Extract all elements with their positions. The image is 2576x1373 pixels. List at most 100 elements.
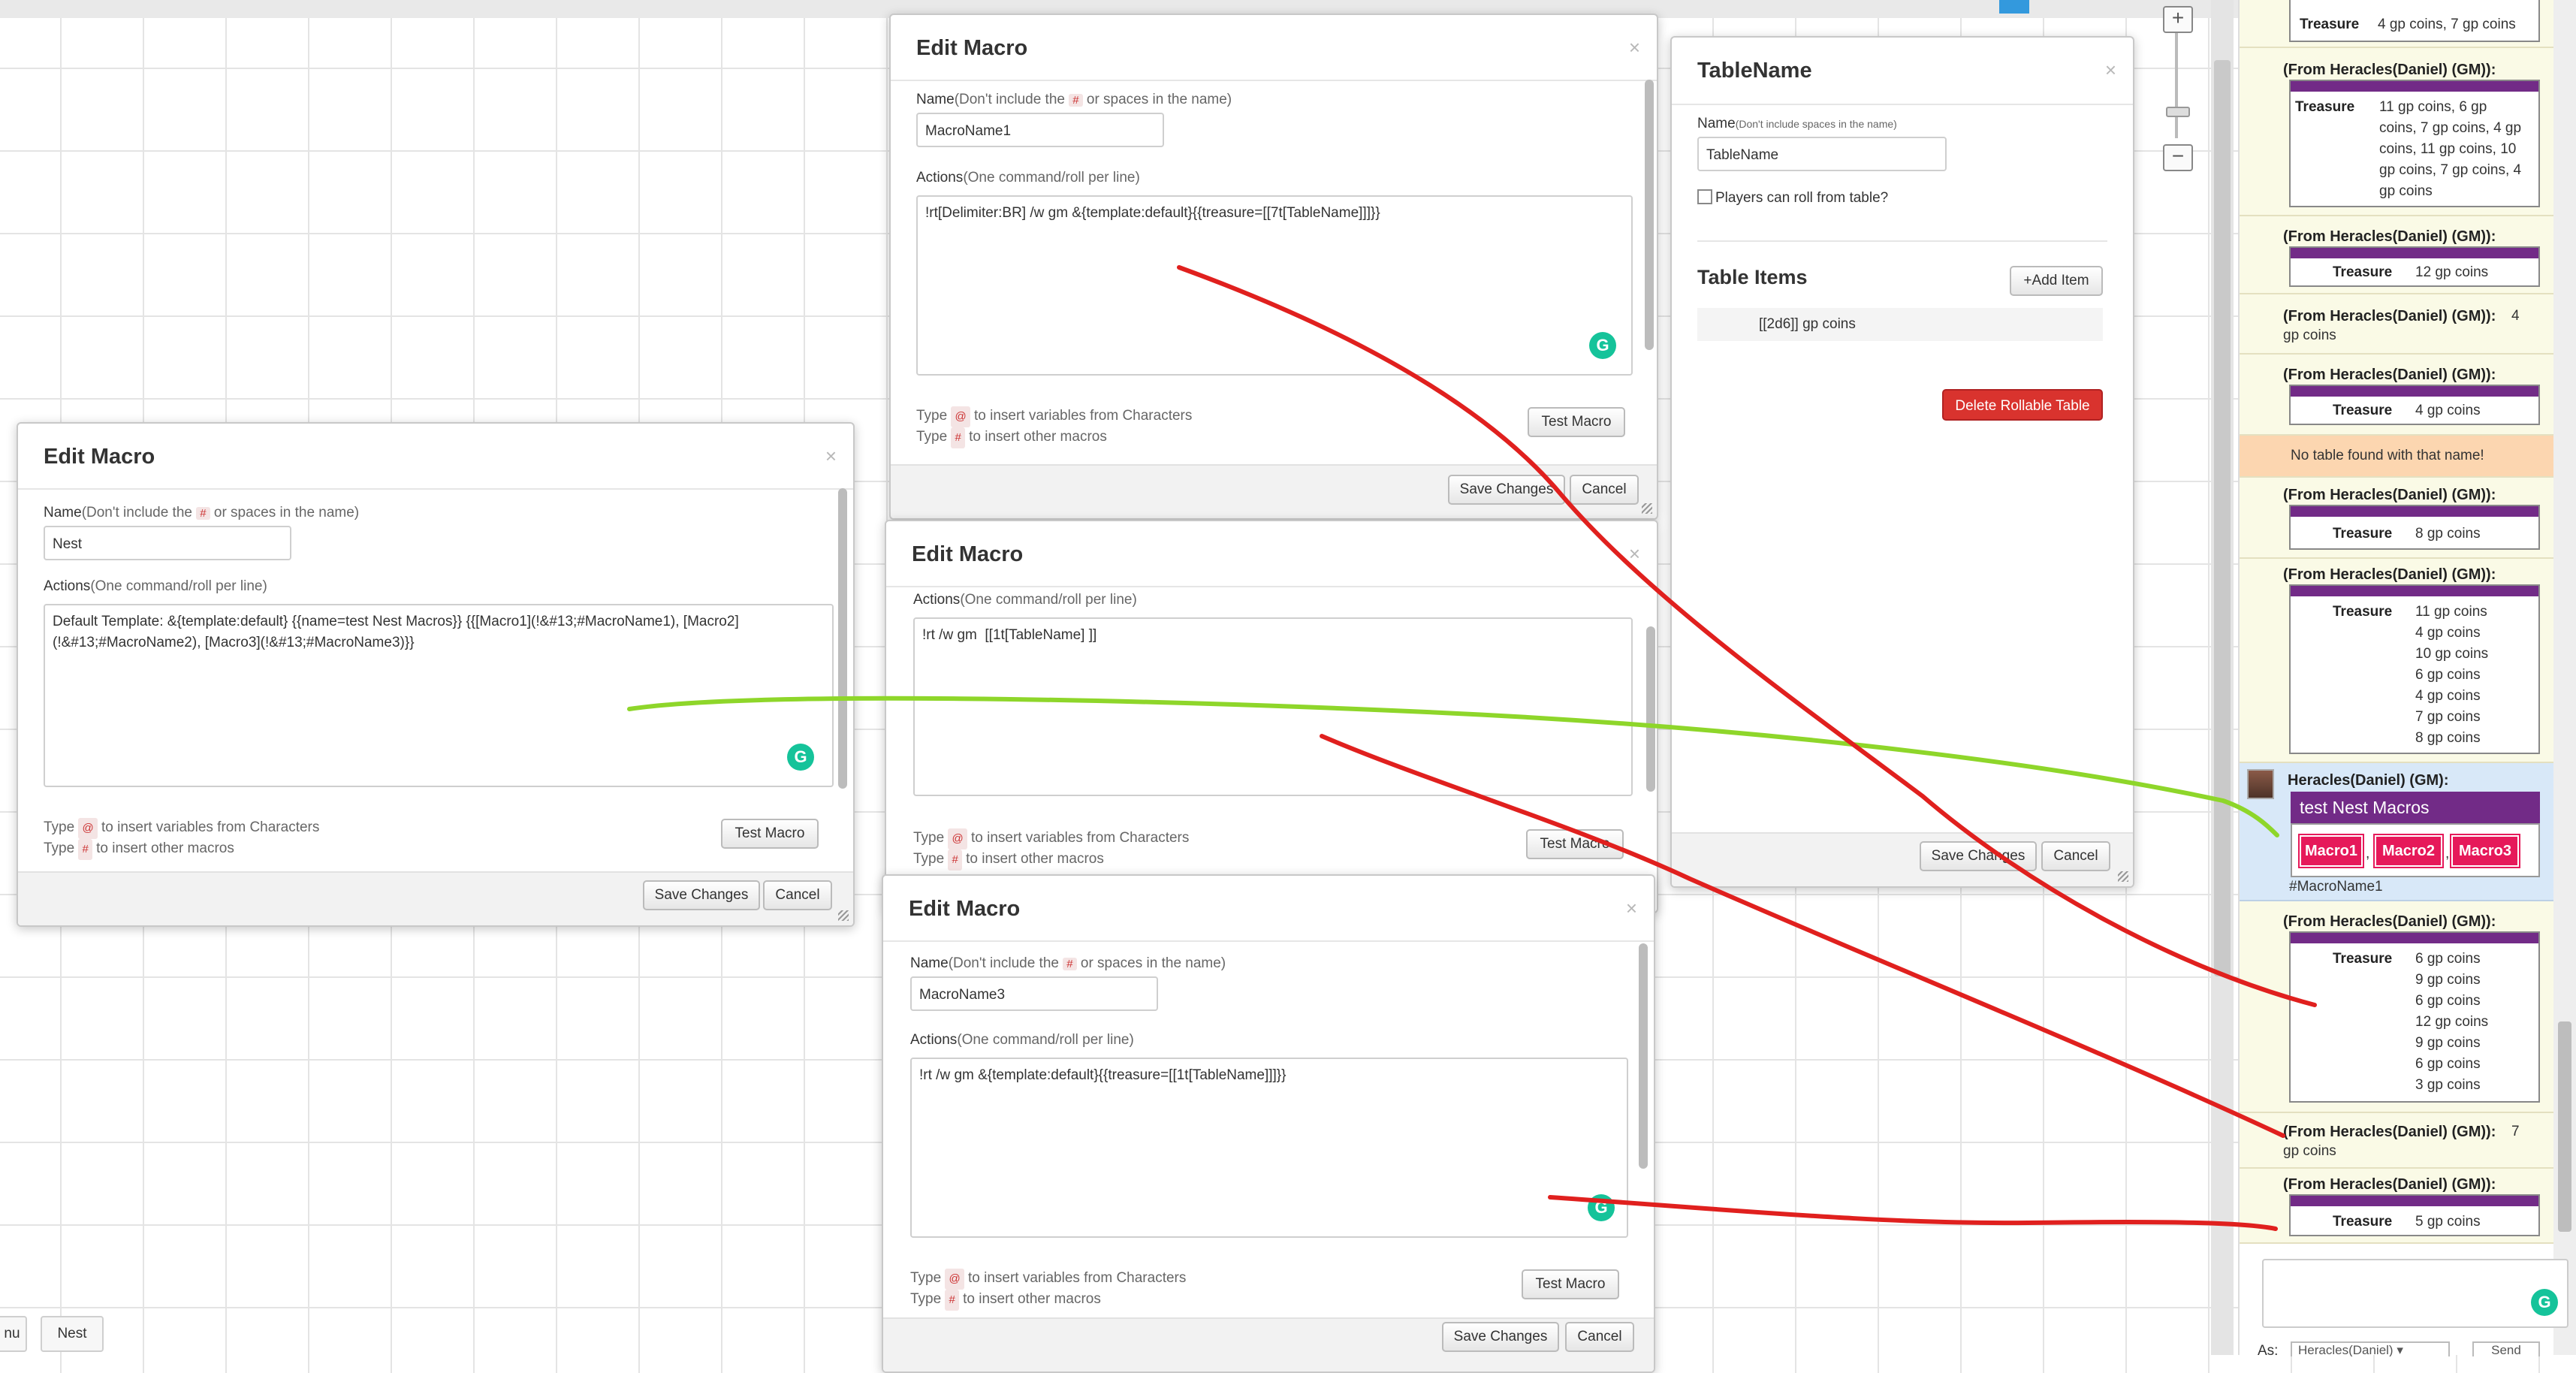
edit-macro-dialog-macroname3: Edit Macro × Name(Don't include the # or… bbox=[882, 874, 1655, 1373]
grammarly-icon[interactable]: G bbox=[787, 744, 814, 771]
resize-handle[interactable] bbox=[838, 910, 849, 921]
page-scrollbar[interactable] bbox=[2211, 0, 2234, 1355]
divider bbox=[886, 586, 1657, 587]
dialog-scrollbar[interactable] bbox=[1645, 80, 1654, 350]
cancel-button[interactable]: Cancel bbox=[2041, 841, 2110, 871]
page-scrollbar-thumb[interactable] bbox=[2214, 60, 2231, 976]
close-icon[interactable]: × bbox=[2105, 59, 2116, 82]
table-item-row[interactable]: [[2d6]] gp coins bbox=[1697, 308, 2103, 341]
save-changes-button[interactable]: Save Changes bbox=[1920, 841, 2037, 871]
resize-handle[interactable] bbox=[2118, 871, 2128, 882]
treasure-line: 6 gp coins bbox=[2415, 951, 2481, 967]
toolbar-active-tab[interactable] bbox=[1999, 0, 2029, 14]
cancel-button[interactable]: Cancel bbox=[1570, 475, 1639, 505]
zoom-slider-track[interactable] bbox=[2175, 33, 2178, 138]
name-label: Name(Don't include the # or spaces in th… bbox=[44, 505, 360, 521]
chat-scrollbar-thumb[interactable] bbox=[2558, 1021, 2571, 1232]
test-macro-button[interactable]: Test Macro bbox=[1522, 1269, 1619, 1299]
template-card: Treasure 11 gp coins, 6 gp coins, 7 gp c… bbox=[2289, 80, 2540, 207]
comma: , bbox=[2366, 846, 2370, 862]
name-label: Name(Don't include the # or spaces in th… bbox=[910, 955, 1226, 971]
zoom-in-button[interactable]: + bbox=[2163, 6, 2193, 33]
grammarly-icon[interactable]: G bbox=[1589, 332, 1616, 359]
close-icon[interactable]: × bbox=[1626, 897, 1637, 920]
send-button[interactable]: Send bbox=[2472, 1341, 2540, 1356]
as-select[interactable]: Heracles(Daniel) ▾ bbox=[2291, 1341, 2450, 1356]
actions-label: Actions(One command/roll per line) bbox=[44, 578, 267, 594]
treasure-line: 6 gp coins bbox=[2415, 667, 2481, 683]
template-card: Treasure 4 gp coins bbox=[2289, 385, 2540, 425]
chat-message: (From Heracles(Daniel) (GM)): Treasure 1… bbox=[2240, 559, 2555, 763]
save-changes-button[interactable]: Save Changes bbox=[1448, 475, 1565, 505]
card-header-bar bbox=[2291, 81, 2538, 92]
zoom-out-button[interactable]: − bbox=[2163, 144, 2193, 171]
save-changes-button[interactable]: Save Changes bbox=[643, 880, 760, 910]
treasure-line: 9 gp coins bbox=[2415, 972, 2481, 988]
macro-name-input[interactable]: MacroName1 bbox=[916, 113, 1164, 147]
zoom-slider-handle[interactable] bbox=[2166, 107, 2190, 117]
macro3-button[interactable]: Macro3 bbox=[2450, 834, 2520, 868]
dialog-title: Edit Macro bbox=[912, 542, 1024, 566]
macro2-button[interactable]: Macro2 bbox=[2373, 834, 2444, 868]
chat-input[interactable]: G bbox=[2262, 1259, 2568, 1328]
treasure-value: 4 gp coins, 7 gp coins bbox=[2378, 17, 2516, 32]
macro-actions-textarea[interactable]: !rt /w gm [[1t[TableName] ]] bbox=[913, 617, 1633, 796]
macro-actions-textarea[interactable]: !rt[Delimiter:BR] /w gm &{template:defau… bbox=[916, 195, 1633, 376]
sender-name: (From Heracles(Daniel) (GM)): bbox=[2283, 367, 2496, 383]
type-at-hint: Type @ to insert variables from Characte… bbox=[44, 817, 319, 839]
treasure-line: 10 gp coins bbox=[2415, 646, 2489, 662]
resize-handle[interactable] bbox=[1642, 503, 1652, 514]
grammarly-icon[interactable]: G bbox=[2531, 1289, 2558, 1316]
treasure-value: 4 gp coins bbox=[2415, 403, 2481, 418]
treasure-value: 12 gp coins bbox=[2415, 264, 2489, 280]
sender-name: Heracles(Daniel) (GM): bbox=[2288, 772, 2449, 789]
macro-name-input[interactable]: Nest bbox=[44, 526, 291, 560]
template-card: Treasure 8 gp coins bbox=[2289, 505, 2540, 550]
players-roll-checkbox-row[interactable]: Players can roll from table? bbox=[1697, 189, 1888, 207]
sender-name: (From Heracles(Daniel) (GM)): bbox=[2283, 913, 2496, 930]
table-name-input[interactable]: TableName bbox=[1697, 137, 1947, 171]
macro-bar-item-nest[interactable]: Nest bbox=[41, 1316, 104, 1352]
type-hash-hint: Type # to insert other macros bbox=[913, 849, 1104, 871]
divider bbox=[1672, 104, 2133, 105]
sender-name: (From Heracles(Daniel) (GM)): bbox=[2283, 487, 2496, 503]
sender-name: (From Heracles(Daniel) (GM)): bbox=[2283, 308, 2496, 324]
dialog-scrollbar[interactable] bbox=[1646, 626, 1655, 792]
avatar bbox=[2247, 769, 2274, 799]
treasure-label: Treasure bbox=[2300, 17, 2360, 32]
macro-actions-textarea[interactable]: !rt /w gm &{template:default}{{treasure=… bbox=[910, 1058, 1628, 1238]
chat-message: Treasure 4 gp coins, 7 gp coins bbox=[2240, 0, 2555, 48]
dialog-scrollbar[interactable] bbox=[838, 488, 847, 789]
dialog-scrollbar[interactable] bbox=[1639, 943, 1648, 1169]
treasure-line: gp coins bbox=[2379, 183, 2433, 199]
close-icon[interactable]: × bbox=[825, 445, 837, 468]
delete-rollable-table-button[interactable]: Delete Rollable Table bbox=[1942, 389, 2103, 421]
treasure-line: 8 gp coins bbox=[2415, 730, 2481, 746]
macro1-button[interactable]: Macro1 bbox=[2298, 834, 2364, 868]
treasure-label: Treasure bbox=[2333, 526, 2393, 542]
test-macro-button[interactable]: Test Macro bbox=[1526, 829, 1624, 859]
type-at-hint: Type @ to insert variables from Characte… bbox=[910, 1268, 1186, 1290]
save-changes-button[interactable]: Save Changes bbox=[1442, 1322, 1559, 1352]
test-macro-button[interactable]: Test Macro bbox=[1528, 407, 1625, 437]
macro-name-input[interactable]: MacroName3 bbox=[910, 976, 1158, 1011]
checkbox[interactable] bbox=[1697, 189, 1712, 204]
cancel-button[interactable]: Cancel bbox=[763, 880, 832, 910]
treasure-line: 4 gp coins bbox=[2415, 688, 2481, 704]
treasure-value: 8 gp coins bbox=[2415, 526, 2481, 542]
edit-macro-dialog-macroname1: Edit Macro × Name(Don't include the # or… bbox=[889, 14, 1658, 520]
type-at-hint: Type @ to insert variables from Characte… bbox=[913, 828, 1189, 849]
chat-message-nest: Heracles(Daniel) (GM): test Nest Macros … bbox=[2240, 763, 2555, 901]
actions-label: Actions(One command/roll per line) bbox=[910, 1032, 1134, 1048]
chat-scrollbar[interactable] bbox=[2553, 0, 2576, 1355]
grammarly-icon[interactable]: G bbox=[1588, 1194, 1615, 1221]
add-item-button[interactable]: +Add Item bbox=[2010, 266, 2103, 296]
type-hash-hint: Type # to insert other macros bbox=[916, 427, 1107, 448]
macro-actions-textarea[interactable]: Default Template: &{template:default} {{… bbox=[44, 604, 834, 787]
cancel-button[interactable]: Cancel bbox=[1565, 1322, 1634, 1352]
close-icon[interactable]: × bbox=[1629, 36, 1640, 59]
roll-result-wrap: gp coins bbox=[2283, 1143, 2336, 1159]
test-macro-button[interactable]: Test Macro bbox=[721, 819, 819, 849]
macro-bar-item[interactable]: nu bbox=[0, 1316, 27, 1352]
close-icon[interactable]: × bbox=[1629, 542, 1640, 566]
